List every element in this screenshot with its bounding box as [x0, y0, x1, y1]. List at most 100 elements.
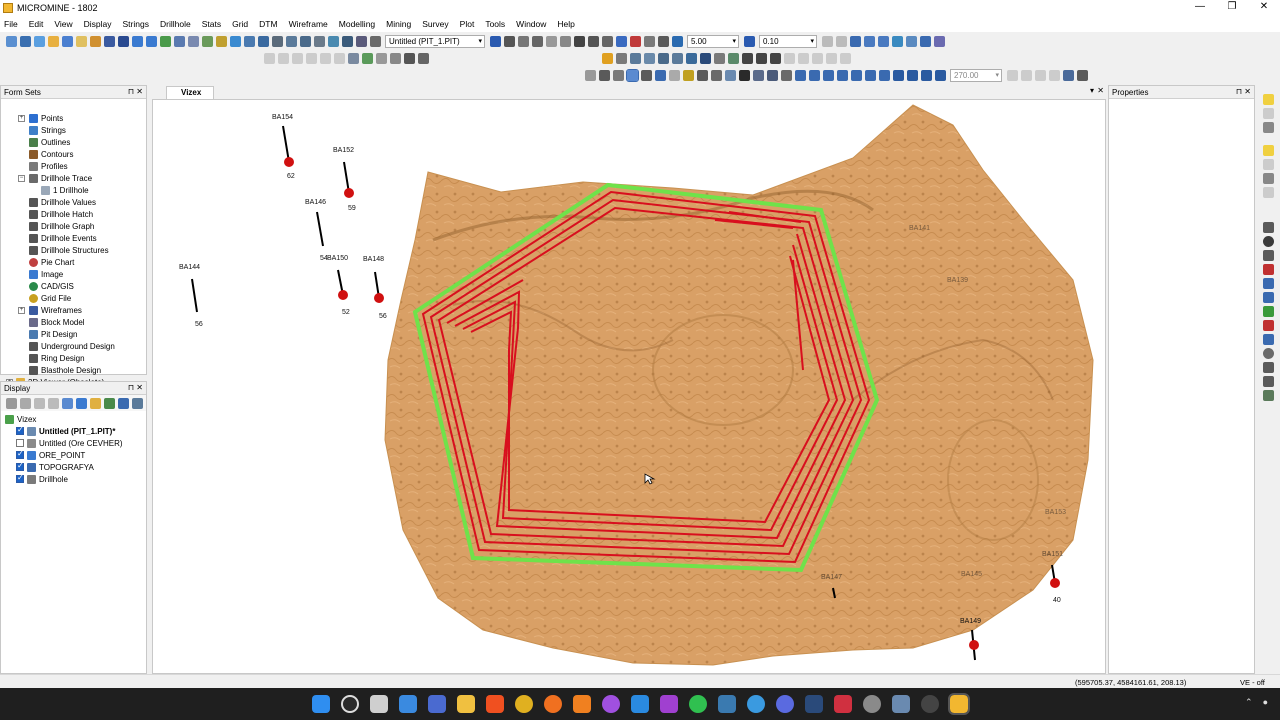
measure-icon[interactable]	[1262, 222, 1274, 233]
view-3d-icon[interactable]	[919, 35, 931, 47]
refresh-icon[interactable]	[131, 397, 143, 409]
section-icon[interactable]	[615, 35, 627, 47]
pit-grid3-icon[interactable]	[811, 52, 823, 64]
menu-drillhole[interactable]: Drillhole	[160, 19, 191, 29]
printer-icon[interactable]	[417, 52, 429, 64]
menu-strings[interactable]: Strings	[123, 19, 149, 29]
menu-display[interactable]: Display	[84, 19, 112, 29]
target-icon[interactable]	[1262, 236, 1274, 247]
zoom-tool-icon[interactable]	[33, 35, 45, 47]
save-all-icon[interactable]	[117, 35, 129, 47]
tolerance-input[interactable]: 0.10	[759, 34, 817, 48]
reverse-icon[interactable]	[355, 35, 367, 47]
discord-icon[interactable]	[776, 695, 794, 713]
pan-tool-icon[interactable]	[19, 35, 31, 47]
search-icon[interactable]	[341, 695, 359, 713]
collapse-icon[interactable]: −	[18, 175, 25, 182]
widgets-icon[interactable]	[399, 695, 417, 713]
calc-icon[interactable]	[1262, 376, 1274, 387]
cut-icon[interactable]	[1262, 320, 1274, 331]
meet-icon[interactable]	[428, 695, 446, 713]
light-bulb-icon[interactable]	[1262, 145, 1274, 156]
menu-mining[interactable]: Mining	[386, 19, 411, 29]
save-icon[interactable]	[103, 35, 115, 47]
list2-icon[interactable]	[19, 397, 31, 409]
step-forward-icon[interactable]	[1048, 69, 1060, 81]
restore-button[interactable]: ❐	[1216, 0, 1248, 16]
vscode-icon[interactable]	[631, 695, 649, 713]
settings-icon[interactable]	[573, 35, 585, 47]
edit-tool-icon[interactable]	[1262, 306, 1274, 317]
view-grid-icon[interactable]	[849, 35, 861, 47]
pit-settings-icon[interactable]	[741, 52, 753, 64]
tree-item-contours[interactable]: Contours	[29, 148, 73, 160]
tree-item-image[interactable]: Image	[29, 268, 63, 280]
move-tool-icon[interactable]	[271, 35, 283, 47]
cube-back-icon[interactable]	[836, 69, 848, 81]
open-file-icon[interactable]	[89, 35, 101, 47]
clip-icon[interactable]	[629, 35, 641, 47]
layer-ore[interactable]: Untitled (Ore CEVHER)	[16, 437, 123, 449]
disabled-tool-icon[interactable]	[305, 52, 317, 64]
edit-layer-icon[interactable]	[489, 35, 501, 47]
frame-icon[interactable]	[361, 52, 373, 64]
light-bulb-icon[interactable]	[1262, 108, 1274, 119]
layer-topografya[interactable]: TOPOGRAFYA	[16, 461, 94, 473]
tab-list-icon[interactable]: ▾	[1090, 86, 1094, 95]
menu-tools[interactable]: Tools	[485, 19, 505, 29]
layer-props-icon[interactable]	[75, 397, 87, 409]
tree-item-drillhole-graph[interactable]: Drillhole Graph	[29, 220, 94, 232]
extend-icon[interactable]	[327, 35, 339, 47]
toe-crest-icon[interactable]	[685, 52, 697, 64]
redo-icon[interactable]	[145, 35, 157, 47]
new-file-icon[interactable]	[75, 35, 87, 47]
box-select-icon[interactable]	[696, 69, 708, 81]
tree-item-1-drillhole[interactable]: 1 Drillhole	[41, 184, 89, 196]
pin-close-icons[interactable]: ⊓ ✕	[1236, 87, 1251, 96]
pen-icon[interactable]	[821, 35, 833, 47]
pointer-icon[interactable]	[584, 69, 596, 81]
bench-icon[interactable]	[657, 35, 669, 47]
3d-scene[interactable]: BA154 62 BA152 59 BA146 54 BA150 52 BA14…	[153, 100, 1106, 674]
digitise-icon[interactable]	[215, 35, 227, 47]
minimize-button[interactable]: —	[1184, 0, 1216, 16]
split-icon[interactable]	[313, 35, 325, 47]
layer-checkbox[interactable]	[16, 461, 24, 471]
ramp-design-icon[interactable]	[629, 52, 641, 64]
layer-checkbox[interactable]	[16, 439, 24, 447]
whatsapp-icon[interactable]	[689, 695, 707, 713]
cube-top-icon[interactable]	[794, 69, 806, 81]
fill-icon[interactable]	[389, 52, 401, 64]
tree-item-wireframes[interactable]: Wireframes	[29, 304, 82, 316]
steam-icon[interactable]	[805, 695, 823, 713]
camera-icon[interactable]	[531, 35, 543, 47]
sublime-icon[interactable]	[573, 695, 591, 713]
disabled-tool-icon[interactable]	[263, 52, 275, 64]
pit-toolbox-icon[interactable]	[615, 52, 627, 64]
point-tool-icon[interactable]	[257, 35, 269, 47]
pit-grid-icon[interactable]	[783, 52, 795, 64]
task-view-icon[interactable]	[370, 695, 388, 713]
select-tool-icon[interactable]	[5, 35, 17, 47]
light-bulb-icon[interactable]	[1262, 94, 1274, 105]
section-tool-icon[interactable]	[1262, 264, 1274, 275]
disabled-tool-icon[interactable]	[277, 52, 289, 64]
expand-icon[interactable]	[657, 52, 669, 64]
pit-tool-icon[interactable]	[727, 52, 739, 64]
pit-grid4-icon[interactable]	[825, 52, 837, 64]
chat-icon[interactable]	[747, 695, 765, 713]
layer-ore-point[interactable]: ORE_POINT	[16, 449, 85, 461]
menu-survey[interactable]: Survey	[422, 19, 448, 29]
offset-icon[interactable]	[341, 35, 353, 47]
list-icon[interactable]	[5, 397, 17, 409]
plane2-icon[interactable]	[1020, 69, 1032, 81]
pit-report-icon[interactable]	[699, 52, 711, 64]
zoom-in-icon[interactable]	[598, 69, 610, 81]
view-top-icon[interactable]	[877, 35, 889, 47]
edit-icon[interactable]	[201, 35, 213, 47]
start-icon[interactable]	[312, 695, 330, 713]
view-more-icon[interactable]	[933, 35, 945, 47]
section-view-icon[interactable]	[1076, 69, 1088, 81]
tree-item-pie-chart[interactable]: Pie Chart	[29, 256, 74, 268]
view-front-icon[interactable]	[905, 35, 917, 47]
